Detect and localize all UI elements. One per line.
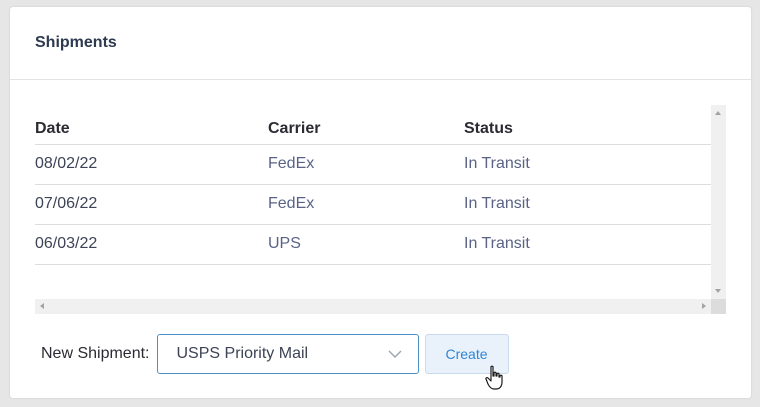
cell-date: 08/02/22	[35, 144, 268, 185]
scroll-right-icon[interactable]	[702, 303, 706, 309]
cell-status[interactable]: In Transit	[464, 144, 711, 185]
horizontal-scrollbar[interactable]	[35, 299, 711, 314]
shipments-panel: Shipments Date Carrier Status 08/02/22 F…	[10, 7, 751, 398]
table-header-row: Date Carrier Status	[35, 105, 711, 145]
cell-carrier[interactable]: FedEx	[268, 184, 464, 225]
cell-date: 07/06/22	[35, 184, 268, 225]
shipments-table: Date Carrier Status 08/02/22 FedEx In Tr…	[35, 105, 711, 265]
cell-date: 06/03/22	[35, 224, 268, 265]
cell-carrier[interactable]: UPS	[268, 224, 464, 265]
carrier-select[interactable]: USPS Priority Mail	[156, 334, 419, 374]
scroll-up-icon[interactable]	[715, 111, 721, 115]
shipments-table-container: Date Carrier Status 08/02/22 FedEx In Tr…	[35, 105, 726, 314]
cell-carrier[interactable]: FedEx	[268, 144, 464, 185]
scroll-down-icon[interactable]	[715, 289, 721, 293]
vertical-scrollbar[interactable]	[711, 105, 726, 299]
table-row[interactable]: 07/06/22 FedEx In Transit	[35, 184, 711, 225]
column-header-status[interactable]: Status	[464, 105, 711, 145]
panel-title: Shipments	[35, 34, 117, 51]
scroll-left-icon[interactable]	[40, 303, 44, 309]
table-row[interactable]: 06/03/22 UPS In Transit	[35, 224, 711, 265]
panel-header: Shipments	[10, 7, 751, 80]
new-shipment-label: New Shipment:	[41, 345, 150, 362]
new-shipment-row: New Shipment: USPS Priority Mail Create	[41, 334, 509, 374]
cell-status[interactable]: In Transit	[464, 224, 711, 265]
carrier-select-value: USPS Priority Mail	[176, 345, 309, 362]
scrollbar-corner	[711, 299, 726, 314]
column-header-carrier[interactable]: Carrier	[268, 105, 464, 145]
table-row[interactable]: 08/02/22 FedEx In Transit	[35, 144, 711, 185]
chevron-down-icon	[388, 350, 401, 358]
column-header-date[interactable]: Date	[35, 105, 268, 145]
cell-status[interactable]: In Transit	[464, 184, 711, 225]
table-viewport: Date Carrier Status 08/02/22 FedEx In Tr…	[35, 105, 711, 299]
hand-pointer-icon	[485, 365, 503, 390]
